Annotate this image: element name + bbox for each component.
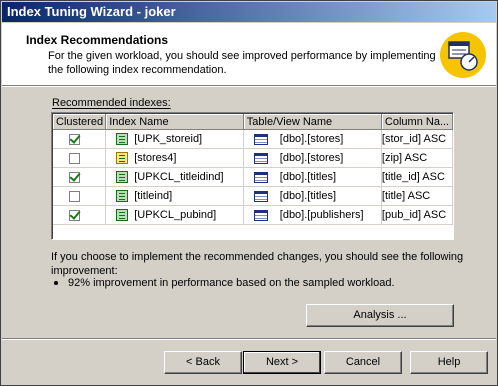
clustered-cell[interactable]	[53, 167, 107, 187]
table-row[interactable]: [UPK_storeid] [dbo].[stores] [stor_id] ASC	[53, 129, 453, 149]
column-header-column-name[interactable]: Column Na...	[381, 114, 453, 130]
wizard-header: Index Recommendations For the given work…	[2, 23, 496, 85]
column-header-clustered[interactable]: Clustered	[53, 114, 107, 130]
index-name-cell: [UPKCL_titleidind]	[105, 167, 244, 187]
clustered-cell[interactable]	[53, 129, 107, 149]
next-button[interactable]: Next >	[243, 351, 321, 374]
cancel-button[interactable]: Cancel	[324, 351, 402, 374]
table-icon	[253, 190, 268, 202]
help-button[interactable]: Help	[410, 351, 488, 374]
index-tuning-wizard-window: Index Tuning Wizard - joker Index Recomm…	[0, 0, 498, 386]
column-name: [title_id] ASC	[381, 171, 445, 183]
recommended-indexes-label: Recommended indexes:	[52, 97, 171, 109]
analysis-button[interactable]: Analysis ...	[306, 304, 454, 327]
bullet-icon	[54, 281, 58, 286]
index-name: [UPK_storeid]	[134, 133, 203, 145]
table-row[interactable]: [titleind] [dbo].[titles] [title] ASC	[53, 186, 453, 206]
index-name-cell: [UPKCL_pubind]	[105, 205, 244, 225]
index-name: [UPKCL_pubind]	[134, 209, 217, 221]
table-icon	[253, 171, 268, 183]
index-name: [titleind]	[134, 190, 173, 202]
table-name: [dbo].[stores]	[279, 152, 344, 164]
table-name-cell: [dbo].[stores]	[243, 129, 382, 149]
table-name-cell: [dbo].[publishers]	[243, 205, 382, 225]
column-name: [zip] ASC	[381, 152, 428, 164]
back-button[interactable]: < Back	[164, 351, 242, 374]
table-icon	[253, 209, 268, 221]
table-name-cell: [dbo].[titles]	[243, 186, 382, 206]
table-name: [dbo].[publishers]	[279, 209, 364, 221]
column-header-table-view-name[interactable]: Table/View Name	[243, 114, 382, 130]
column-name: [stor_id] ASC	[381, 133, 447, 145]
index-name: [UPKCL_titleidind]	[134, 171, 224, 183]
table-row[interactable]: [UPKCL_pubind] [dbo].[publishers] [pub_id]…	[53, 205, 453, 225]
table-icon	[253, 152, 268, 164]
table-name: [dbo].[stores]	[279, 133, 344, 145]
clustered-checkbox[interactable]	[69, 152, 80, 164]
index-icon	[116, 209, 129, 221]
improvement-bullet-text: 92% improvement in performance based on …	[68, 277, 395, 289]
table-name-cell: [dbo].[stores]	[243, 148, 382, 168]
index-icon	[116, 133, 129, 145]
clustered-checkbox[interactable]	[69, 209, 80, 221]
table-row[interactable]: [UPKCL_titleidind] [dbo].[titles] [title_i…	[53, 167, 453, 187]
column-header-index-name[interactable]: Index Name	[105, 114, 244, 130]
table-name-cell: [dbo].[titles]	[243, 167, 382, 187]
column-name: [title] ASC	[381, 190, 431, 202]
table-name: [dbo].[titles]	[279, 190, 337, 202]
improvement-text: If you choose to implement the recommend…	[51, 251, 464, 277]
page-title: Index Recommendations	[26, 33, 169, 47]
table-icon	[253, 133, 268, 145]
index-name-cell: [stores4]	[105, 148, 244, 168]
index-name-cell: [UPK_storeid]	[105, 129, 244, 149]
footer-divider	[2, 338, 496, 340]
clustered-cell[interactable]	[53, 186, 107, 206]
column-name: [pub_id] ASC	[381, 209, 447, 221]
column-name-cell: [zip] ASC	[381, 148, 453, 168]
column-name-cell: [pub_id] ASC	[381, 205, 453, 225]
recommended-indexes-grid[interactable]: Clustered Index Name Table/View Name Col…	[51, 112, 454, 240]
clustered-checkbox[interactable]	[69, 190, 80, 202]
clustered-checkbox[interactable]	[69, 133, 80, 145]
index-name: [stores4]	[134, 152, 177, 164]
table-name: [dbo].[titles]	[279, 171, 337, 183]
table-row[interactable]: [stores4] [dbo].[stores] [zip] ASC	[53, 148, 453, 168]
new-index-icon	[116, 152, 129, 164]
wizard-icon	[440, 32, 486, 78]
improvement-bullet: 92% improvement in performance based on …	[54, 277, 395, 289]
clustered-cell[interactable]	[53, 205, 107, 225]
clustered-cell[interactable]	[53, 148, 107, 168]
header-divider	[2, 85, 496, 87]
column-name-cell: [title] ASC	[381, 186, 453, 206]
page-description: For the given workload, you should see i…	[48, 50, 436, 76]
clustered-checkbox[interactable]	[69, 171, 80, 183]
column-name-cell: [stor_id] ASC	[381, 129, 453, 149]
column-name-cell: [title_id] ASC	[381, 167, 453, 187]
index-name-cell: [titleind]	[105, 186, 244, 206]
index-icon	[116, 171, 129, 183]
index-icon	[116, 190, 129, 202]
window-title: Index Tuning Wizard - joker	[2, 2, 496, 22]
